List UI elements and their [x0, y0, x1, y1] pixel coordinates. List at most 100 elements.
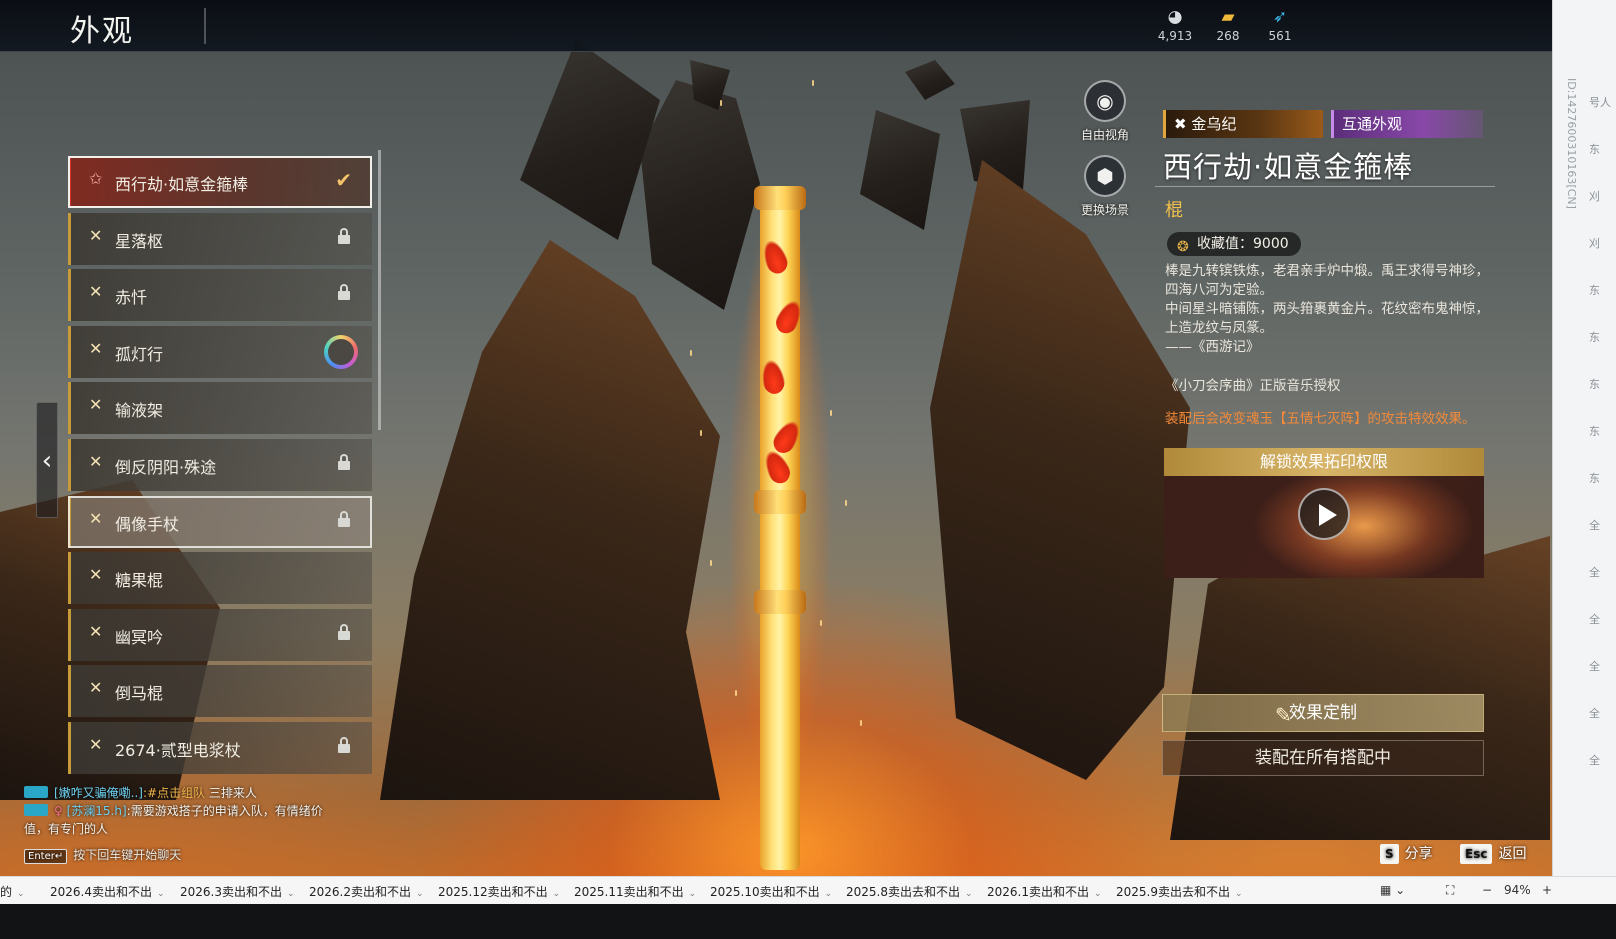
effect-customize-button[interactable]: ✎ 效果定制 — [1162, 694, 1484, 732]
effect-customize-label: 效果定制 — [1289, 703, 1357, 723]
sheet-tab[interactable]: 2026.1卖出和不出 ⌄ — [987, 883, 1102, 900]
desc-line: ——《西游记》 — [1165, 339, 1260, 355]
sheet-tab[interactable]: 2025.8卖出去和不出 ⌄ — [846, 883, 973, 900]
join-team-link[interactable]: :#点击组队 — [143, 786, 205, 800]
chat-input-hint[interactable]: Enter↵ 按下回车键开始聊天 — [24, 846, 181, 864]
skin-rarity-icon: ✕ — [89, 225, 103, 245]
chat-sender[interactable]: [苏澜15.h] — [67, 804, 127, 818]
sheet-tab[interactable]: 2025.12卖出和不出 ⌄ — [438, 883, 560, 900]
skin-list-label: 输液架 — [115, 401, 164, 421]
background-window-edge: ID:1427600310163[CN] 号人东刈刈东东东东东全全全全全全 — [1552, 0, 1616, 905]
chevron-down-icon: ⌄ — [416, 889, 424, 899]
skin-list-item[interactable]: ✩ 西行劫·如意金箍棒 ✔ — [68, 156, 372, 208]
equip-all-button[interactable]: 装配在所有搭配中 — [1162, 740, 1484, 776]
skin-list-label: 星落枢 — [115, 231, 164, 251]
chat-message: ♀ [苏澜15.h]:需要游戏搭子的申请入队，有情绪价值，有专门的人 — [24, 802, 324, 838]
skin-list-label: 2674·贰型电浆杖 — [115, 741, 241, 760]
scene-cube-icon: ⬢ — [1084, 155, 1126, 197]
sheet-tab[interactable]: 2026.4卖出和不出 ⌄ — [50, 883, 165, 900]
share-button[interactable]: S 分享 — [1380, 843, 1433, 864]
fullscreen-icon[interactable]: ⛶ — [1446, 883, 1454, 898]
currency-gold-ticket[interactable]: ▰ 268 — [1203, 8, 1253, 43]
list-scrollbar[interactable] — [378, 150, 381, 430]
sheet-tab[interactable]: 2025.10卖出和不出 ⌄ — [710, 883, 832, 900]
skin-list-item[interactable]: ✕ 偶像手杖 — [68, 495, 372, 548]
grid-view-icon[interactable]: ▦ ⌄ — [1380, 883, 1405, 897]
lock-icon — [338, 737, 350, 753]
sheet-tab-label: 2025.9卖出去和不出 — [1116, 885, 1230, 899]
gold-ticket-icon: ▰ — [1221, 7, 1235, 27]
rock-cliff — [930, 160, 1190, 780]
ghost-coin-icon: ◕ — [1167, 7, 1183, 27]
sheet-tab[interactable]: 2026.2卖出和不出 ⌄ — [309, 883, 424, 900]
sheet-tab-label: 2025.11卖出和不出 — [574, 885, 684, 899]
feather-icon: ➶ — [1272, 7, 1288, 27]
lock-icon — [338, 510, 350, 527]
lock-icon — [338, 284, 350, 301]
currency-feather[interactable]: ➶ 561 — [1255, 8, 1305, 43]
skin-list-item[interactable]: ✕ 糖果棍 — [68, 552, 372, 605]
skin-list-item[interactable]: ✕ 2674·贰型电浆杖 — [68, 722, 372, 774]
weapon-type: 棍 — [1165, 200, 1183, 221]
free-view-label: 自由视角 — [1080, 128, 1129, 142]
shared-skin-tag: 互通外观 — [1331, 110, 1483, 138]
skin-list: ✩ 西行劫·如意金箍棒 ✔ ✕ 星落枢 ✕ 赤忏 ✕ 孤灯行 ✕ 输液架 ✕ 倒反阴阳·殊途 ✕ 偶像手杖 ✕… — [64, 148, 381, 774]
free-view-button[interactable]: ◉ 自由视角 — [1070, 80, 1140, 143]
background-cell-text: 东 — [1589, 331, 1600, 344]
floating-rock — [860, 110, 940, 230]
chat-sender[interactable]: [嫩咋又骗俺嘞..] — [54, 786, 143, 800]
share-label: 分享 — [1404, 846, 1433, 862]
skin-list-item[interactable]: ✕ 孤灯行 — [68, 325, 372, 378]
change-scene-button[interactable]: ⬢ 更换场景 — [1070, 155, 1140, 218]
sheet-tab[interactable]: 的 ⌄ — [0, 883, 25, 900]
skin-list-item[interactable]: ✕ 输液架 — [68, 382, 372, 435]
series-tag[interactable]: ✖ 金乌纪 — [1163, 110, 1323, 138]
lock-icon — [338, 623, 350, 640]
color-wheel-icon[interactable] — [324, 334, 358, 369]
collapse-list-button[interactable]: ‹ — [36, 402, 58, 518]
skin-list-label: 倒反阴阳·殊途 — [115, 458, 217, 477]
sheet-tab-label: 2025.8卖出去和不出 — [846, 885, 960, 899]
skin-list-item[interactable]: ✕ 倒马棍 — [68, 665, 372, 718]
skin-rarity-icon: ✕ — [89, 338, 103, 358]
sheet-tab[interactable]: 2026.3卖出和不出 ⌄ — [180, 883, 295, 900]
skin-list-item[interactable]: ✕ 倒反阴阳·殊途 — [68, 439, 372, 491]
chevron-down-icon: ⌄ — [824, 889, 833, 899]
skin-list-item[interactable]: ✕ 星落枢 — [68, 212, 372, 265]
sheet-tab[interactable]: 2025.11卖出和不出 ⌄ — [574, 883, 696, 900]
play-icon[interactable] — [1298, 488, 1350, 540]
background-cell-text: 号人 — [1589, 96, 1611, 109]
skin-list-item[interactable]: ✕ 幽冥吟 — [68, 608, 372, 661]
zoom-out-button[interactable]: − — [1482, 883, 1492, 897]
chat-text: 三排来人 — [205, 786, 257, 800]
background-cell-text: 东 — [1589, 472, 1600, 485]
zoom-level: 94% — [1504, 883, 1531, 897]
skin-list-label: 孤灯行 — [115, 344, 164, 364]
spark — [860, 720, 862, 726]
spark — [710, 560, 712, 566]
currency-ghost-coin[interactable]: ◕ 4,913 — [1150, 8, 1200, 43]
skin-rarity-icon: ✕ — [89, 565, 103, 585]
unlock-effect-video[interactable]: 解锁效果拓印权限 — [1164, 448, 1484, 578]
background-cell-text: 东 — [1589, 378, 1600, 391]
back-button[interactable]: Esc 返回 — [1460, 843, 1526, 864]
weapon-staff-model — [702, 120, 858, 900]
sheet-tab[interactable]: 2025.9卖出去和不出 ⌄ — [1116, 883, 1243, 900]
zoom-in-button[interactable]: + — [1542, 883, 1552, 897]
background-cell-text: 东 — [1589, 425, 1600, 438]
background-cell-text: 全 — [1589, 613, 1600, 626]
skin-rarity-icon: ✕ — [89, 735, 103, 754]
skin-list-item[interactable]: ✕ 赤忏 — [68, 269, 372, 322]
change-scene-label: 更换场景 — [1080, 203, 1129, 217]
chevron-down-icon: ⌄ — [965, 889, 973, 899]
series-tag-label: 金乌纪 — [1191, 115, 1237, 133]
desc-line: 中间星斗暗铺陈，两头箝裹黄金片。花纹密布鬼神惊，上造龙纹与凤篆。 — [1165, 301, 1489, 336]
lock-icon — [338, 454, 350, 470]
background-cell-text: 东 — [1589, 143, 1600, 156]
skin-list-label: 赤忏 — [115, 288, 148, 308]
female-icon: ♀ — [54, 804, 67, 818]
back-key: Esc — [1460, 844, 1493, 864]
brush-icon: ✎ — [1275, 703, 1292, 727]
enter-key-icon: Enter↵ — [24, 849, 68, 864]
music-license: 《小刀会序曲》正版音乐授权 — [1165, 378, 1341, 394]
